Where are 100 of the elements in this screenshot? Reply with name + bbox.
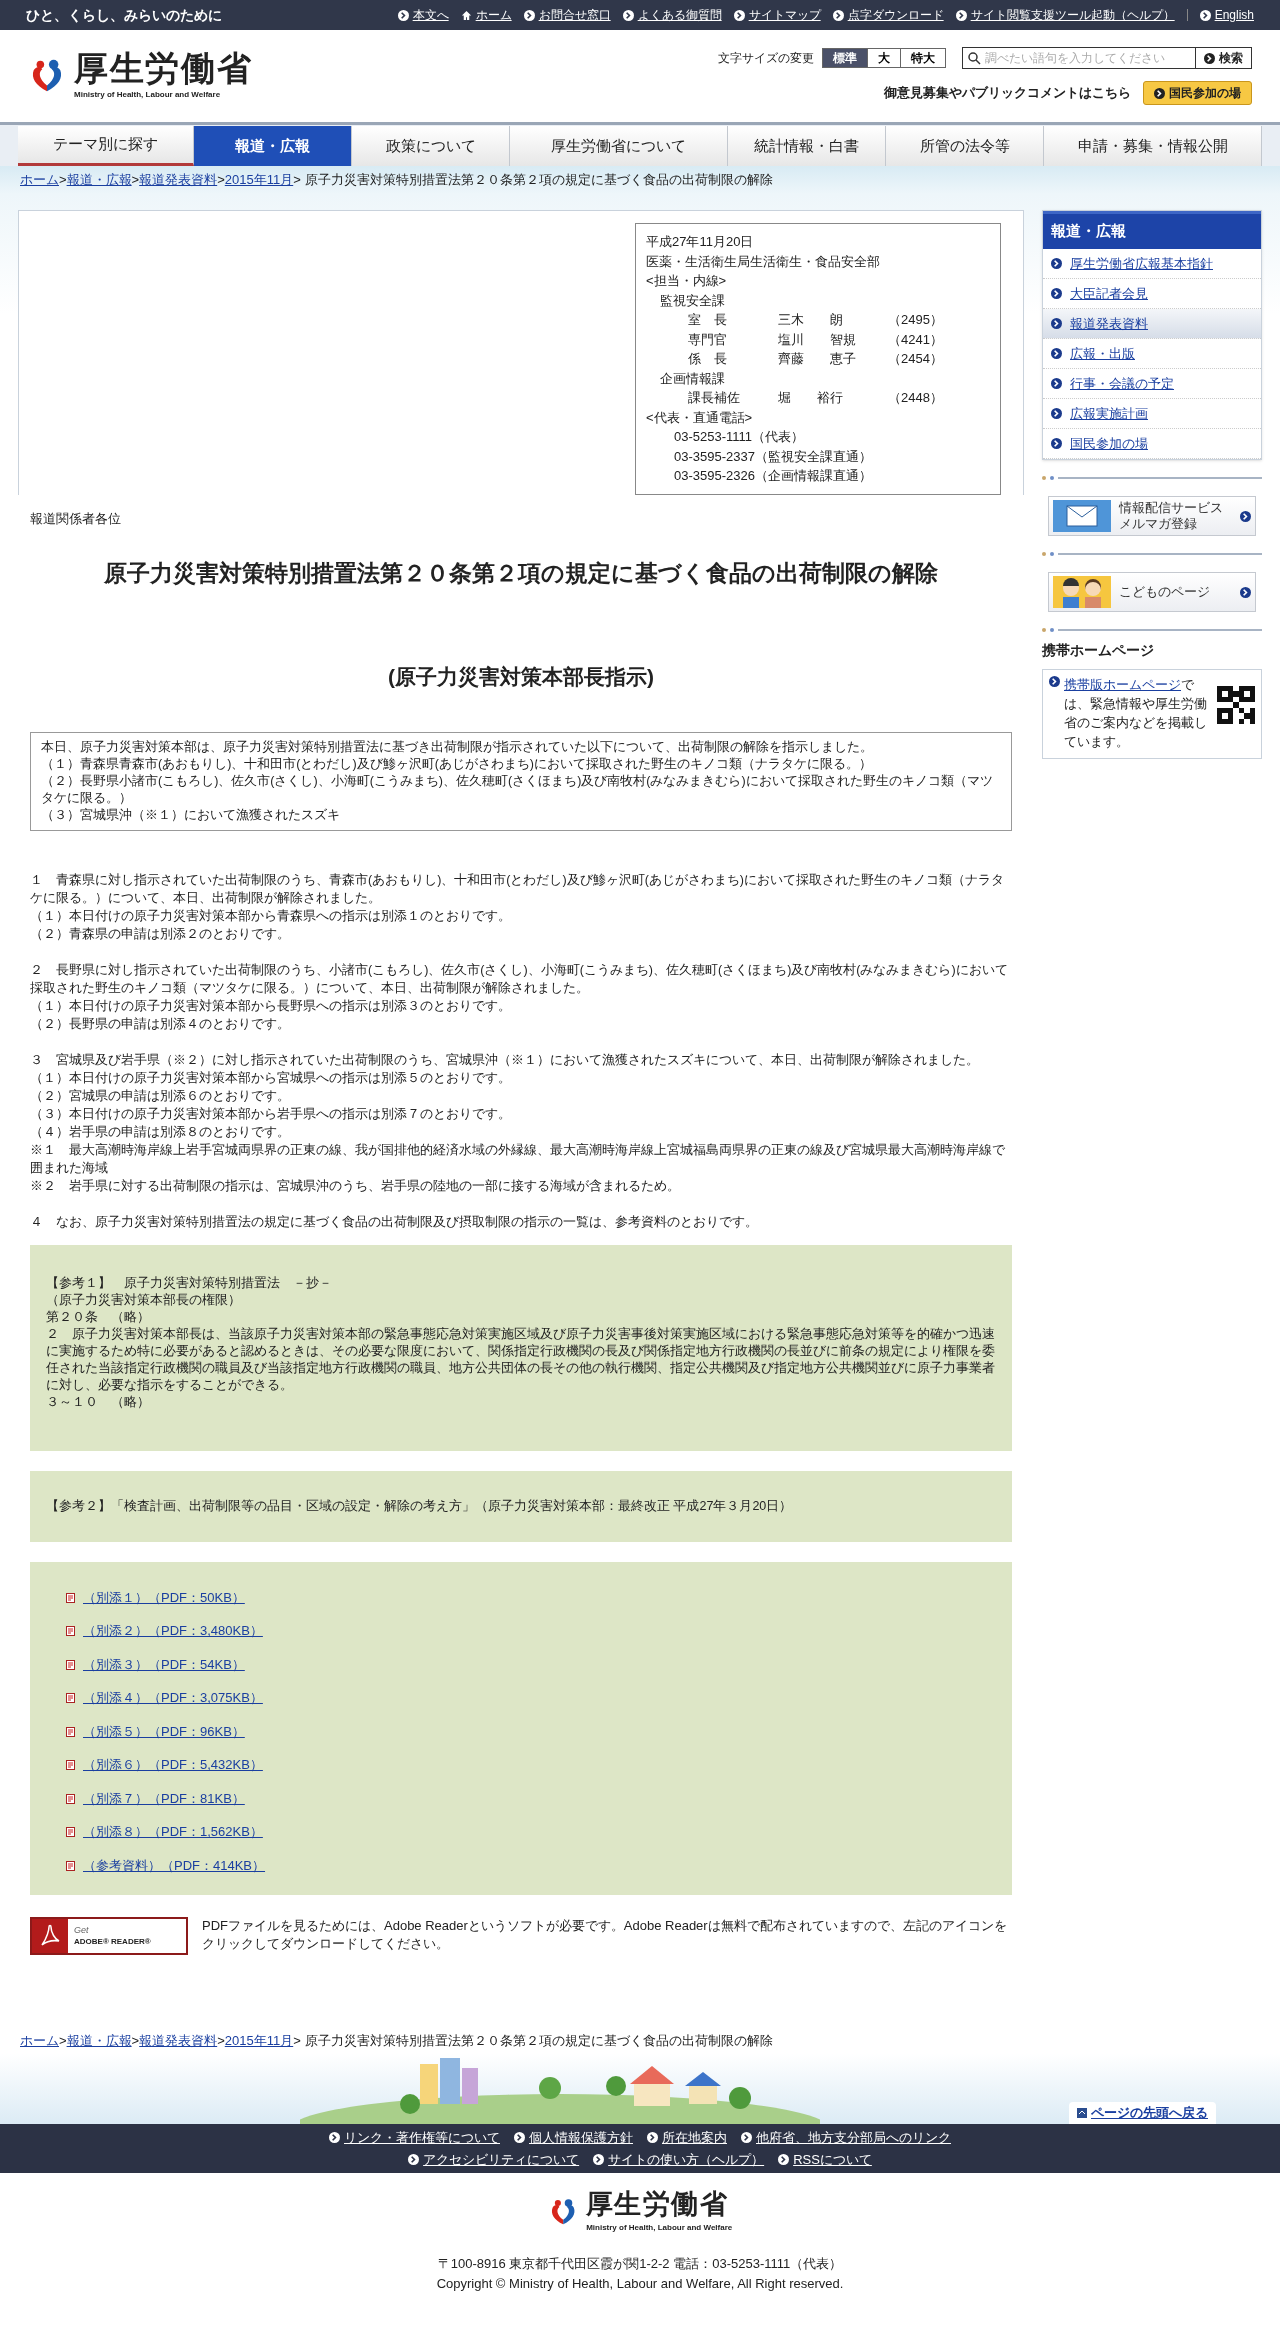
arrow-icon bbox=[832, 9, 844, 21]
sidebar-item[interactable]: 大臣記者会見 bbox=[1043, 279, 1261, 309]
pdf-icon bbox=[66, 1592, 75, 1603]
breadcrumb-link[interactable]: ホーム bbox=[20, 2030, 59, 2050]
reference-text: 第２０条 （略） bbox=[46, 1309, 151, 1326]
breadcrumb-link[interactable]: 報道発表資料 bbox=[139, 2030, 218, 2050]
breadcrumb-link[interactable]: 報道・広報 bbox=[66, 2030, 132, 2050]
body-text: （１）本日付けの原子力災害対策本部から長野県への指示は別添３のとおりです。 bbox=[30, 998, 512, 1015]
sidebar-banner[interactable]: こどものページ bbox=[1048, 572, 1256, 612]
footer-link[interactable]: 他府省、地方支分部局へのリンク bbox=[756, 2128, 951, 2148]
nav-tab[interactable]: 申請・募集・情報公開 bbox=[1044, 126, 1262, 166]
breadcrumb-link[interactable]: 報道発表資料 bbox=[139, 170, 218, 190]
sidebar-banner[interactable]: 情報配信サービス メルマガ登録 bbox=[1048, 496, 1256, 536]
nav-tab[interactable]: 政策について bbox=[352, 126, 510, 166]
top-link[interactable]: English bbox=[1214, 6, 1254, 24]
staff-role: 専門官 bbox=[688, 330, 728, 349]
footer-link[interactable]: アクセシビリティについて bbox=[423, 2149, 580, 2169]
badge-small-text: Get bbox=[74, 1924, 90, 1937]
body-text: （２）長野県の申請は別添４のとおりです。 bbox=[30, 1016, 291, 1033]
summary-line: （１）青森県青森市(あおもりし)、十和田市(とわだし)及び鯵ヶ沢町(あじがさわまち)において採取された野生のキノコ類（ナラタケに限る。） bbox=[41, 756, 873, 773]
search-field[interactable]: 調べたい語句を入力してください 検索 bbox=[962, 47, 1252, 69]
pdf-icon bbox=[66, 1659, 75, 1670]
mobile-link[interactable]: 携帯版ホームページ bbox=[1064, 678, 1181, 692]
body-text: （３）本日付けの原子力災害対策本部から岩手県への指示は別添７のとおりです。 bbox=[30, 1106, 512, 1123]
banner-text: 情報配信サービス bbox=[1119, 500, 1224, 516]
staff-extension: （2454） bbox=[888, 350, 943, 368]
body-text: （２）青森県の申請は別添２のとおりです。 bbox=[30, 926, 291, 943]
arrow-icon bbox=[1051, 288, 1062, 299]
body-text: （１）本日付けの原子力災害対策本部から宮城県への指示は別添５のとおりです。 bbox=[30, 1070, 512, 1087]
breadcrumb-link[interactable]: 2015年11月 bbox=[224, 170, 294, 190]
adobe-reader-badge[interactable]: Get ADOBE® READER® bbox=[30, 1917, 188, 1956]
font-size-button[interactable]: 標準 bbox=[823, 49, 867, 67]
nav-tab[interactable]: 所管の法令等 bbox=[886, 126, 1044, 166]
release-date: 平成27年11月20日 bbox=[646, 233, 755, 251]
arrow-icon bbox=[1154, 87, 1165, 99]
envelope-icon bbox=[1053, 500, 1111, 532]
arrow-icon bbox=[523, 9, 535, 21]
page-title: 原子力災害対策特別措置法第２０条第２項の規定に基づく食品の出荷制限の解除 bbox=[103, 559, 939, 588]
logo-title: 厚生労働省 bbox=[74, 51, 253, 85]
top-link[interactable]: ホーム bbox=[475, 6, 512, 24]
arrow-icon bbox=[1051, 438, 1062, 449]
children-icon bbox=[1053, 576, 1111, 608]
sidebar-item[interactable]: 行事・会議の予定 bbox=[1043, 369, 1261, 399]
attachment-link[interactable]: （別添７）（PDF：81KB） bbox=[83, 1788, 245, 1809]
footer-link[interactable]: 所在地案内 bbox=[662, 2128, 727, 2148]
nav-tab[interactable]: テーマ別に探す bbox=[18, 126, 194, 166]
adobe-note: PDFファイルを見るためには、Adobe Readerというソフトが必要です。Adobe Readerは無料で配布されていますので、左記のアイコンをクリックしてダウンロードしてください。 bbox=[202, 1917, 1008, 1954]
top-link[interactable]: 本文へ bbox=[412, 6, 449, 24]
pdf-logo-icon bbox=[39, 1924, 61, 1949]
attachment-link[interactable]: （別添３）（PDF：54KB） bbox=[83, 1654, 245, 1675]
home-icon bbox=[460, 9, 472, 21]
attachment-link[interactable]: （別添５）（PDF：96KB） bbox=[83, 1721, 245, 1742]
breadcrumb-separator: > bbox=[131, 171, 140, 190]
body-text: １ 青森県に対し指示されていた出荷制限のうち、青森市(あおもりし)、十和田市(とわだし)及び鯵ヶ沢町(あじがさわまち)において採取された野生のキノコ類（ナラタケに限る。）について、本日、出荷制限が解除されました。 bbox=[30, 872, 1005, 907]
badge-large-text: ADOBE® READER® bbox=[74, 1936, 151, 1949]
sidebar-item[interactable]: 厚生労働省広報基本指針 bbox=[1043, 249, 1261, 279]
breadcrumb-link[interactable]: 報道・広報 bbox=[66, 170, 132, 190]
search-button[interactable]: 検索 bbox=[1195, 48, 1251, 68]
contact-label: <担当・内線> bbox=[646, 272, 728, 290]
nav-tab[interactable]: 厚生労働省について bbox=[510, 126, 728, 166]
phone-number: 03-3595-2326（企画情報課直通） bbox=[673, 467, 873, 485]
nav-tab[interactable]: 統計情報・白書 bbox=[728, 126, 886, 166]
back-to-top-button[interactable]: ページの先頭へ戻る bbox=[1069, 2102, 1216, 2124]
attachment-link[interactable]: （別添８）（PDF：1,562KB） bbox=[83, 1822, 263, 1842]
attachment-link[interactable]: （別添６）（PDF：5,432KB） bbox=[83, 1755, 263, 1775]
qr-code-icon bbox=[1217, 686, 1255, 724]
sidebar-item[interactable]: 広報実施計画 bbox=[1043, 399, 1261, 429]
top-link[interactable]: お問合せ窓口 bbox=[538, 6, 611, 24]
logo-subtitle: Ministry of Health, Labour and Welfare bbox=[74, 89, 222, 101]
nav-tab[interactable]: 報道・広報 bbox=[194, 126, 352, 166]
arrow-icon bbox=[733, 9, 745, 21]
footer-link[interactable]: RSSについて bbox=[793, 2149, 872, 2169]
breadcrumb-separator: > bbox=[59, 2031, 67, 2050]
staff-role: 課長補佐 bbox=[688, 389, 741, 407]
sidebar-item[interactable]: 広報・出版 bbox=[1043, 339, 1261, 369]
footer-link[interactable]: 個人情報保護方針 bbox=[529, 2128, 633, 2148]
top-link[interactable]: サイト閲覧支援ツール起動（ヘルプ） bbox=[970, 6, 1175, 24]
sidebar-item[interactable]: 国民参加の場 bbox=[1043, 429, 1261, 459]
phone-label: <代表・直通電話> bbox=[646, 408, 754, 427]
top-link[interactable]: サイトマップ bbox=[748, 6, 821, 24]
attachment-link[interactable]: （別添４）（PDF：3,075KB） bbox=[83, 1688, 263, 1708]
participation-button[interactable]: 国民参加の場 bbox=[1143, 81, 1252, 105]
reference-text: 【参考１】 原子力災害対策特別措置法 －抄－ bbox=[46, 1275, 333, 1292]
attachment-link[interactable]: （参考資料）（PDF：414KB） bbox=[83, 1855, 266, 1876]
footer-link[interactable]: サイトの使い方（ヘルプ） bbox=[608, 2149, 765, 2169]
top-link[interactable]: 点字ダウンロード bbox=[847, 6, 944, 24]
search-icon bbox=[967, 51, 981, 65]
body-text: ※１ 最大高潮時海岸線上岩手宮城両県界の正東の線、我が国排他的経済水域の外縁線、最大高潮時海岸線上宮城福島両県界の正東の線及び宮城県最大高潮時海岸線で囲まれた海域 bbox=[30, 1142, 1006, 1177]
attachment-link[interactable]: （別添２）（PDF：3,480KB） bbox=[83, 1621, 263, 1641]
footer-link[interactable]: リンク・著作権等について bbox=[344, 2128, 500, 2148]
breadcrumb-link[interactable]: 2015年11月 bbox=[224, 2030, 294, 2050]
top-link[interactable]: よくある御質問 bbox=[637, 6, 722, 24]
up-arrow-icon bbox=[1077, 2108, 1087, 2118]
attachment-link[interactable]: （別添１）（PDF：50KB） bbox=[83, 1587, 245, 1608]
pdf-icon bbox=[66, 1626, 75, 1636]
staff-extension: （2448） bbox=[888, 389, 943, 407]
sidebar-item[interactable]: 報道発表資料 bbox=[1043, 309, 1261, 339]
breadcrumb-separator: > bbox=[131, 2031, 140, 2050]
reference-text: ３～１０ （略） bbox=[46, 1394, 151, 1411]
breadcrumb-link[interactable]: ホーム bbox=[20, 170, 59, 190]
